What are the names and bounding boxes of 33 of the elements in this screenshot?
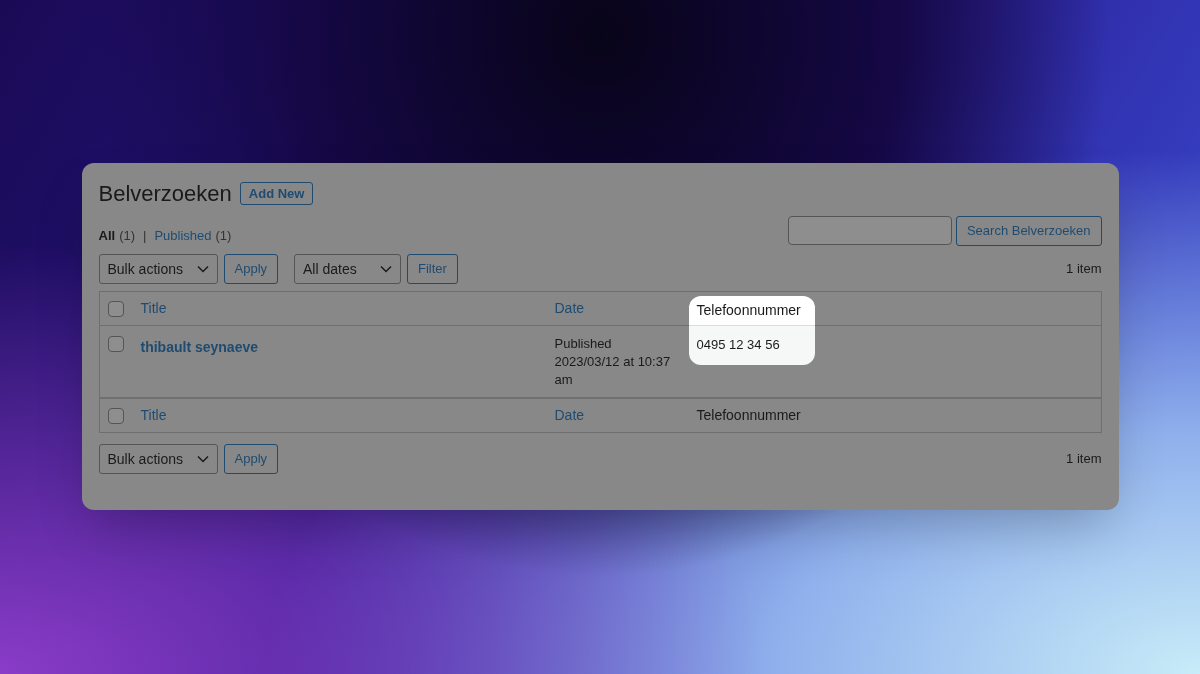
bulk-actions-select[interactable]: Bulk actions [98, 254, 218, 284]
chevron-down-icon [196, 265, 209, 273]
item-count: 1 item [1066, 260, 1102, 279]
column-sort-link[interactable]: Title [140, 405, 167, 426]
dates-select[interactable]: All dates [294, 254, 402, 284]
column-sort-link[interactable]: Date [554, 298, 585, 319]
view-filter-link[interactable]: All [98, 225, 116, 245]
post-title-link[interactable]: thibault seynaeve [140, 339, 258, 355]
apply-button[interactable]: Apply [223, 254, 279, 284]
add-new-button[interactable]: Add New [239, 182, 314, 205]
search-button[interactable]: Search Belverzoeken [955, 216, 1102, 246]
item-count: 1 item [1066, 450, 1102, 469]
column-sort-link[interactable]: Date [554, 405, 585, 426]
view-count: (1) [215, 226, 232, 245]
highlighted-header: Telefoonnummer [688, 296, 815, 326]
post-date: 2023/03/12 at 10:37 am [554, 353, 672, 389]
chevron-down-icon [380, 265, 393, 273]
search-field[interactable] [787, 216, 952, 245]
bulk-actions-select[interactable]: Bulk actions [98, 444, 218, 474]
select-all-checkbox[interactable] [108, 407, 124, 424]
page-title: Belverzoeken [98, 180, 232, 208]
highlighted-cell: 0495 12 34 56 [688, 326, 815, 365]
chevron-down-icon [196, 455, 209, 463]
row-checkbox[interactable] [108, 336, 124, 352]
post-status: Published [554, 335, 613, 353]
filter-button[interactable]: Filter [407, 254, 458, 284]
view-separator: | [143, 226, 147, 245]
column-header: Telefoonnummer [696, 406, 801, 425]
apply-button[interactable]: Apply [223, 444, 279, 474]
column-sort-link[interactable]: Title [140, 298, 167, 319]
view-count: (1) [119, 226, 135, 245]
view-filter-link[interactable]: Published [154, 225, 212, 245]
select-all-checkbox[interactable] [108, 300, 124, 317]
